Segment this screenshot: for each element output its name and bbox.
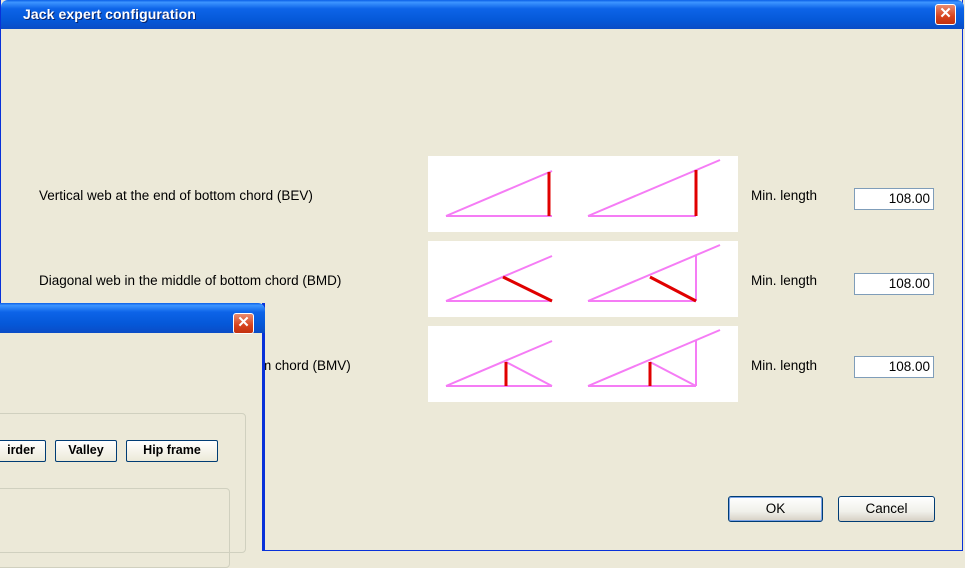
bmd-label: Diagonal web in the middle of bottom cho…	[39, 273, 342, 288]
bev-diagram-svg	[445, 159, 721, 217]
bmd-diagram-svg	[445, 244, 721, 303]
background-title-bar[interactable]: ✕	[0, 303, 265, 334]
inner-group	[0, 488, 230, 568]
background-close-button[interactable]: ✕	[233, 313, 254, 334]
bmd-min-length-input[interactable]: 108.00	[854, 273, 934, 295]
ok-button[interactable]: OK	[728, 496, 823, 522]
cancel-button[interactable]: Cancel	[838, 496, 935, 522]
title-bar[interactable]: Jack expert configuration ✕	[1, 0, 964, 29]
bmv-diagram-svg	[445, 329, 721, 387]
bev-diagram	[428, 156, 738, 232]
background-window: ✕ irder Valley Hip frame	[0, 303, 265, 568]
bev-label: Vertical web at the end of bottom chord …	[39, 188, 313, 203]
bev-min-length-input[interactable]: 108.00	[854, 188, 934, 210]
bmv-min-length-input[interactable]: 108.00	[854, 356, 934, 378]
bmd-min-length-label: Min. length	[751, 273, 818, 288]
close-icon: ✕	[939, 5, 952, 22]
close-icon: ✕	[237, 314, 250, 331]
bmv-diagram	[428, 326, 738, 402]
valley-button[interactable]: Valley	[55, 440, 117, 462]
close-button[interactable]: ✕	[935, 4, 956, 25]
bev-min-length-label: Min. length	[751, 188, 818, 203]
bmd-diagram	[428, 241, 738, 317]
hip-frame-button[interactable]: Hip frame	[126, 440, 218, 462]
girder-button[interactable]: irder	[0, 440, 46, 462]
window-title: Jack expert configuration	[23, 6, 196, 22]
bmv-min-length-label: Min. length	[751, 358, 818, 373]
